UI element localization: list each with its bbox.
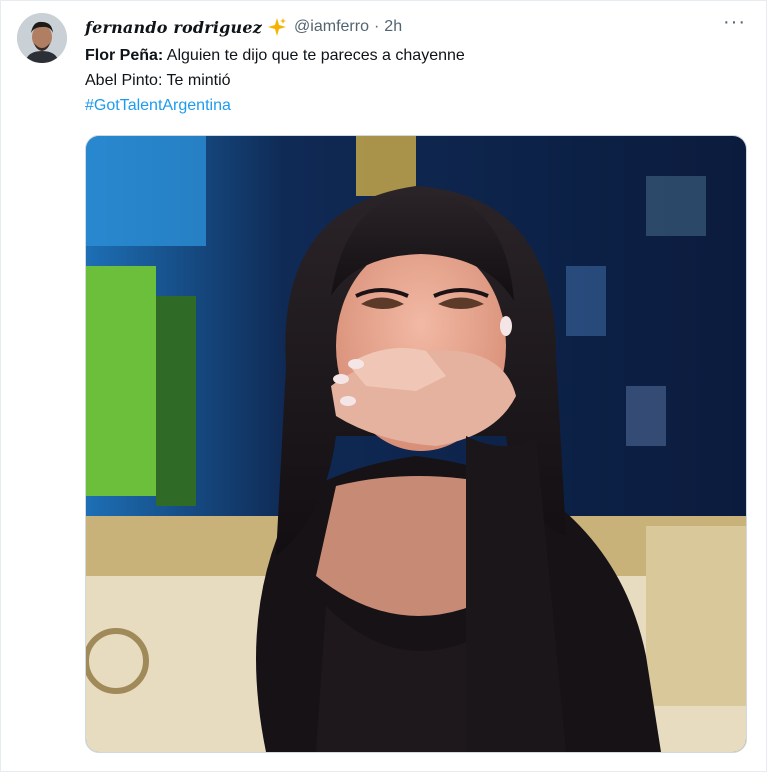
tweet-card[interactable]: fernando rodriguez @iamferro · 2h ··· Fl…	[0, 0, 767, 772]
tweet-line-2: Abel Pinto: Te mintió	[85, 72, 231, 89]
avatar[interactable]	[17, 13, 67, 63]
tweet-line-3: #GotTalentArgentina	[85, 93, 725, 118]
more-options-icon[interactable]: ···	[723, 11, 746, 34]
author-display-name[interactable]: fernando rodriguez	[85, 18, 262, 37]
timestamp[interactable]: 2h	[384, 18, 402, 36]
tweet-text: Flor Peña: Alguien te dijo que te parece…	[85, 43, 725, 118]
tweet-header: fernando rodriguez @iamferro · 2h	[85, 15, 402, 39]
tweet-media-photo[interactable]	[85, 135, 747, 753]
tv-show-photo	[86, 136, 746, 752]
avatar-image	[17, 13, 67, 63]
sparkle-icon	[266, 16, 288, 38]
tweet-line-1: Flor Peña: Alguien te dijo que te parece…	[85, 43, 725, 68]
author-handle[interactable]: @iamferro	[294, 18, 369, 36]
hashtag-link[interactable]: #GotTalentArgentina	[85, 97, 231, 114]
speaker-label: Flor Peña:	[85, 47, 164, 64]
line1-text: Alguien te dijo que te pareces a chayenn…	[163, 47, 465, 64]
separator-dot: ·	[373, 18, 380, 35]
